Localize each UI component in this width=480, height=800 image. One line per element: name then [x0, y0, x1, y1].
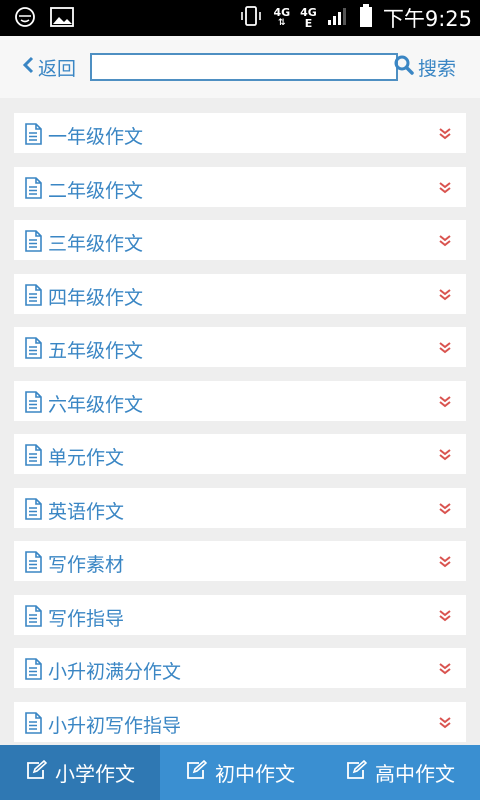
list-item-label: 五年级作文: [48, 340, 144, 362]
list-item[interactable]: 单元作文: [14, 434, 466, 474]
document-icon: [24, 711, 42, 738]
network-label-right-bottom: E: [304, 17, 313, 30]
network-type-4g-e: 4G E: [300, 7, 317, 29]
list-item[interactable]: 一年级作文: [14, 113, 466, 153]
tab-high-school-essay[interactable]: 高中作文: [320, 745, 480, 800]
chevron-double-down-icon: [438, 501, 452, 520]
search-input[interactable]: [90, 53, 398, 81]
document-icon: [24, 444, 42, 470]
edit-icon: [345, 759, 368, 785]
document-icon: [24, 390, 42, 417]
document-icon: [24, 604, 42, 631]
list-item-label: 小升初写作指导: [48, 714, 182, 737]
network-type-4g: 4G ⇅: [273, 6, 291, 28]
chevron-double-down-icon: [438, 554, 452, 573]
search-icon: [394, 55, 414, 80]
search-label: 搜索: [418, 57, 457, 80]
list-item[interactable]: 二年级作文: [14, 166, 466, 207]
header: 返回 搜索: [0, 36, 480, 98]
search-button[interactable]: 搜索: [394, 53, 456, 81]
chevron-double-down-icon: [438, 180, 452, 199]
list-item[interactable]: 小升初满分作文: [14, 648, 466, 688]
bottom-tab-bar: 小学作文 初中作文 高中作文: [0, 745, 480, 800]
battery-icon: [359, 4, 373, 32]
list-item[interactable]: 写作指导: [14, 594, 466, 635]
document-icon: [24, 283, 42, 310]
list-item[interactable]: 四年级作文: [14, 273, 466, 314]
chevron-double-down-icon: [438, 126, 452, 145]
list-item-label: 二年级作文: [48, 179, 144, 202]
list-item-label: 六年级作文: [48, 393, 144, 416]
chevron-double-down-icon: [438, 715, 452, 734]
list-item-label: 四年级作文: [48, 286, 144, 309]
edit-icon: [25, 759, 48, 785]
tab-label: 小学作文: [55, 762, 135, 786]
category-list: 一年级作文 二年级作文 三年级作文 四年级作文 五年级作文 六年级作文 单元作文…: [14, 113, 466, 755]
chevron-double-down-icon: [438, 233, 452, 252]
chevron-double-down-icon: [438, 394, 452, 413]
tab-label: 初中作文: [215, 762, 295, 786]
document-icon: [24, 497, 42, 524]
status-bar: 4G ⇅ 4G E 下午9:25: [0, 0, 480, 36]
chevron-left-icon: [22, 56, 34, 79]
edit-icon: [185, 759, 208, 785]
tab-primary-essay[interactable]: 小学作文: [0, 745, 160, 800]
document-icon: [24, 230, 42, 256]
list-item[interactable]: 五年级作文: [14, 327, 466, 367]
back-label: 返回: [38, 57, 77, 80]
list-item-label: 英语作文: [48, 500, 125, 523]
chevron-double-down-icon: [438, 287, 452, 306]
list-item-label: 三年级作文: [48, 233, 144, 255]
chevron-double-down-icon: [438, 340, 452, 359]
list-item-label: 写作素材: [48, 554, 125, 576]
chevron-double-down-icon: [438, 661, 452, 680]
chevron-double-down-icon: [438, 608, 452, 627]
tab-middle-school-essay[interactable]: 初中作文: [160, 745, 320, 800]
back-button[interactable]: 返回: [22, 53, 76, 81]
list-item-label: 单元作文: [48, 447, 125, 469]
tab-label: 高中作文: [375, 762, 455, 786]
notification-icon: [14, 6, 36, 32]
list-item[interactable]: 小升初写作指导: [14, 701, 466, 742]
vibrate-icon: [239, 5, 263, 31]
list-item[interactable]: 三年级作文: [14, 220, 466, 260]
document-icon: [24, 123, 42, 149]
list-item-label: 小升初满分作文: [48, 661, 182, 683]
document-icon: [24, 337, 42, 363]
list-item[interactable]: 六年级作文: [14, 380, 466, 421]
list-item-label: 写作指导: [48, 607, 125, 630]
list-item[interactable]: 英语作文: [14, 487, 466, 528]
clock: 下午9:25: [382, 7, 472, 31]
chevron-double-down-icon: [438, 447, 452, 466]
image-icon: [50, 6, 74, 32]
list-item-label: 一年级作文: [48, 126, 144, 148]
signal-icon: [327, 6, 349, 30]
document-icon: [24, 551, 42, 577]
list-item[interactable]: 写作素材: [14, 541, 466, 581]
document-icon: [24, 658, 42, 684]
document-icon: [24, 176, 42, 203]
